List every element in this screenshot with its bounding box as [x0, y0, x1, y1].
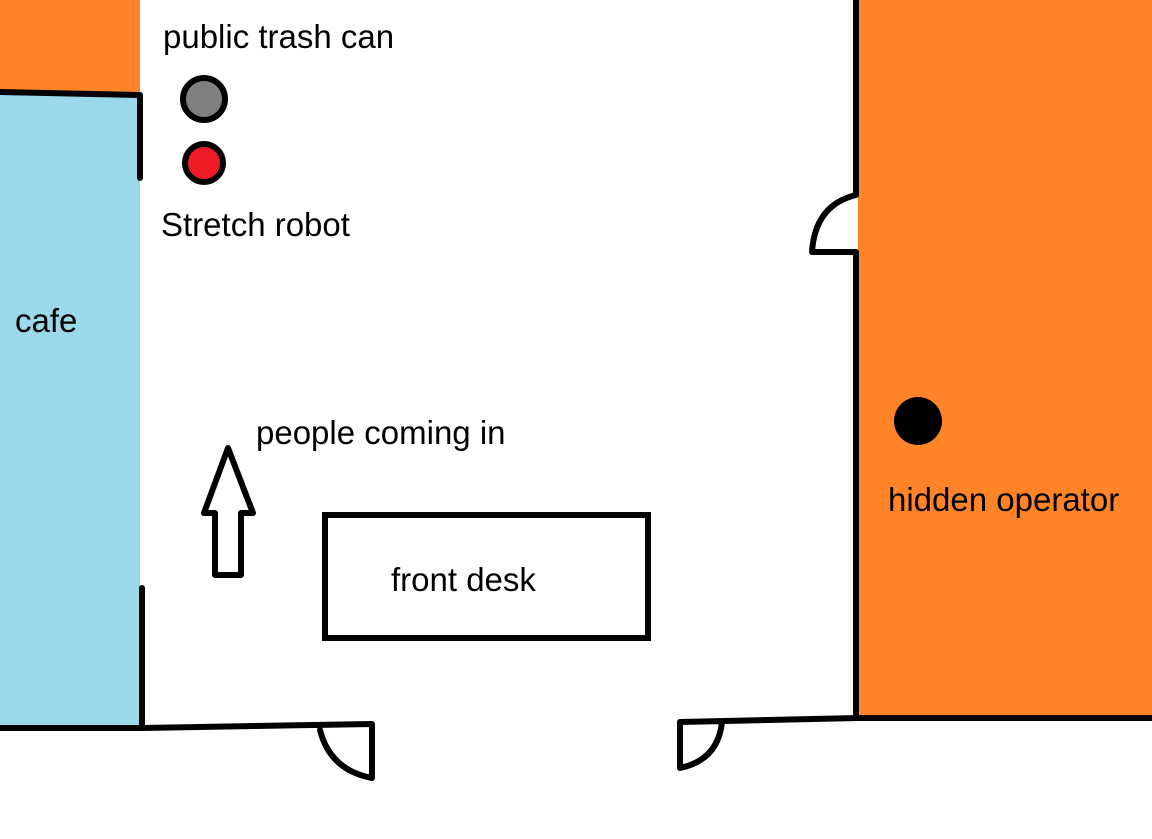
- floor-plan: public trash can Stretch robot cafe peop…: [0, 0, 1152, 834]
- cafe-label: cafe: [15, 302, 78, 339]
- wall-right: [809, 0, 859, 721]
- front-desk-label: front desk: [391, 561, 536, 598]
- people-coming-in-label: people coming in: [256, 414, 506, 451]
- stretch-robot-marker: [182, 141, 226, 185]
- wall-bottom: [139, 715, 1152, 781]
- hidden-operator-room: [858, 0, 1152, 718]
- top-left-orange-region: [0, 0, 140, 92]
- hidden-operator-marker: [894, 397, 942, 445]
- up-arrow-icon: [201, 445, 256, 578]
- floor-plan-drawing: [0, 0, 1152, 781]
- robot-label: Stretch robot: [161, 206, 350, 243]
- trash-can-label: public trash can: [163, 18, 395, 55]
- public-trash-can-marker: [180, 75, 228, 123]
- hidden-operator-label: hidden operator: [888, 481, 1120, 518]
- cafe-region: [0, 92, 140, 730]
